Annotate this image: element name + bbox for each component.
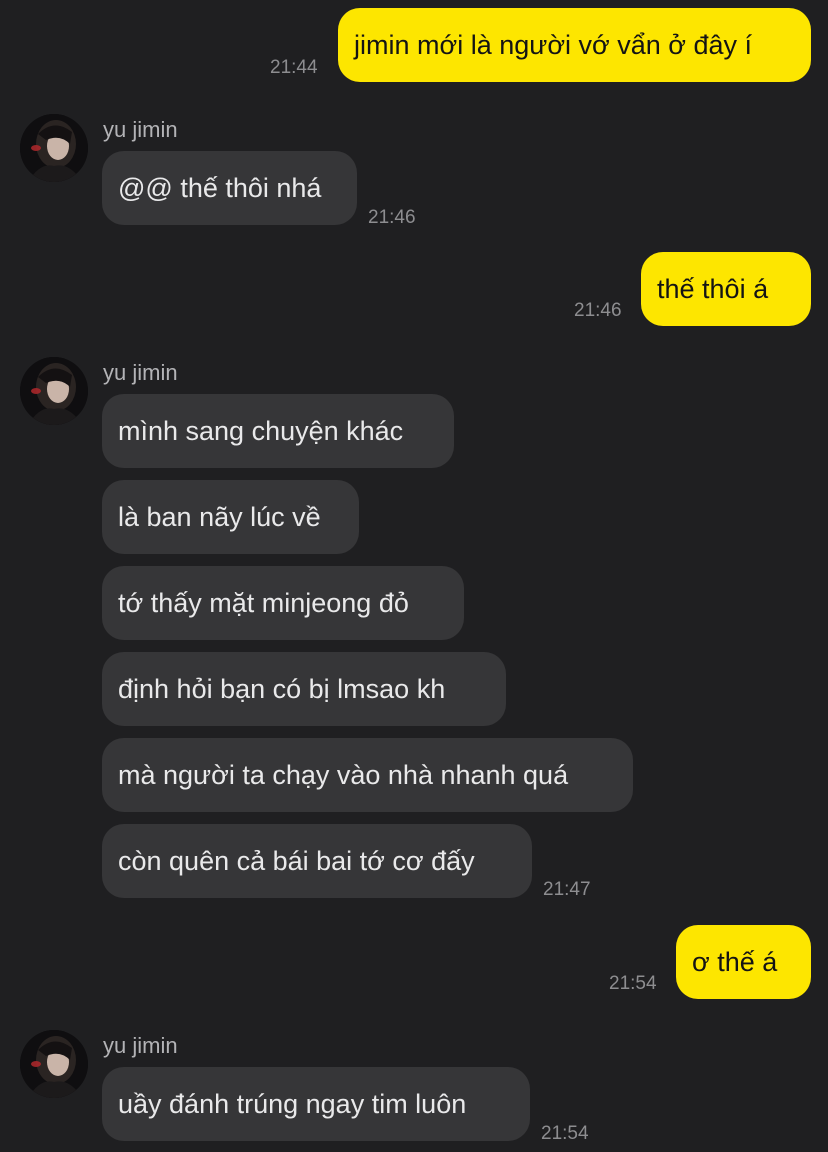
sender-name: yu jimin [103,117,178,142]
message-timestamp: 21:46 [574,300,622,321]
incoming-message-bubble[interactable]: tớ thấy mặt minjeong đỏ [102,566,464,640]
incoming-message-bubble[interactable]: định hỏi bạn có bị lmsao kh [102,652,506,726]
sender-name: yu jimin [103,360,178,385]
message-timestamp: 21:54 [541,1123,589,1144]
message-timestamp: 21:54 [609,973,657,994]
message-timestamp: 21:44 [270,57,318,78]
avatar-icon[interactable] [20,1030,88,1098]
avatar-icon[interactable] [20,114,88,182]
incoming-message-bubble[interactable]: mình sang chuyện khác [102,394,454,468]
outgoing-message-bubble[interactable]: thế thôi á [641,252,811,326]
sender-name: yu jimin [103,1033,178,1058]
incoming-message-bubble[interactable]: còn quên cả bái bai tớ cơ đấy [102,824,532,898]
incoming-message-bubble[interactable]: là ban nãy lúc về [102,480,359,554]
incoming-message-bubble[interactable]: @@ thế thôi nhá [102,151,357,225]
outgoing-message-bubble[interactable]: jimin mới là người vớ vẩn ở đây í [338,8,811,82]
avatar-icon[interactable] [20,357,88,425]
outgoing-message-bubble[interactable]: ơ thế á [676,925,811,999]
message-timestamp: 21:46 [368,207,416,228]
message-timestamp: 21:47 [543,879,591,900]
incoming-message-bubble[interactable]: uầy đánh trúng ngay tim luôn [102,1067,530,1141]
incoming-message-bubble[interactable]: mà người ta chạy vào nhà nhanh quá [102,738,633,812]
